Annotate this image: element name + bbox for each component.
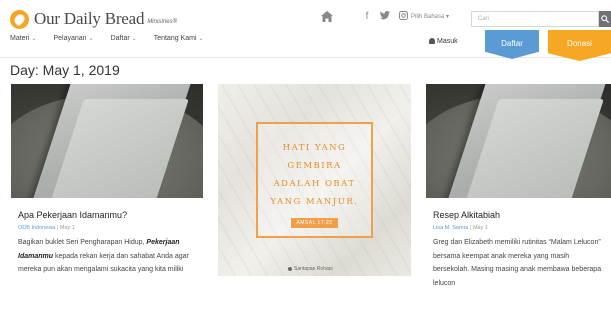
verse-text: HATI YANG GEMBIRA ADALAH OBAT YANG MANJU… xyxy=(270,143,359,207)
language-select[interactable]: Pilih Bahasa ▾ xyxy=(411,13,449,20)
nav-label: Pelayanan xyxy=(53,35,87,42)
article-meta: ODB Indonesia | May 1 xyxy=(18,225,196,231)
verse-frame: HATI YANG GEMBIRA ADALAH OBAT YANG MANJU… xyxy=(256,122,373,238)
twitter-icon[interactable] xyxy=(380,11,390,23)
credit-text: Santapan Rohani xyxy=(294,266,333,272)
search-input[interactable]: Cari xyxy=(471,11,599,27)
credit-logo-icon xyxy=(288,267,292,271)
article-excerpt: Bagikan buklet Seri Pengharapan Hidup, P… xyxy=(18,236,196,277)
register-button[interactable]: Daftar xyxy=(485,30,539,59)
card-body: Apa Pekerjaan Idamanmu? ODB Indonesia | … xyxy=(11,198,203,277)
donate-button[interactable]: Donasi xyxy=(548,30,611,61)
nav-item-daftar[interactable]: Daftar ⌄ xyxy=(111,35,137,42)
article-author[interactable]: ODB Indonesia xyxy=(18,225,55,231)
login-link[interactable]: Masuk xyxy=(429,38,458,45)
logo-subtitle: Ministries® xyxy=(147,19,178,25)
site-header: Our Daily Bread Ministries® Materi ⌄ Pela… xyxy=(0,0,611,61)
card-body: Resep Alkitabiah Lisa M. Samra | May 1 G… xyxy=(426,198,611,290)
image-credit: Santapan Rohani xyxy=(288,266,333,272)
article-image[interactable] xyxy=(426,84,611,198)
article-excerpt: Greg dan Elizabeth memiliki rutinitas “M… xyxy=(433,239,602,287)
verse-image[interactable]: HATI YANG GEMBIRA ADALAH OBAT YANG MANJU… xyxy=(218,84,411,276)
main-nav: Materi ⌄ Pelayanan ⌄ Daftar ⌄ Tentang Kami ⌄ xyxy=(10,35,221,42)
chevron-down-icon: ⌄ xyxy=(198,36,204,42)
facebook-icon[interactable]: f xyxy=(362,11,372,23)
chevron-down-icon: ⌄ xyxy=(31,36,37,42)
logo-flame-icon xyxy=(10,9,29,29)
social-links: f xyxy=(362,11,408,23)
chevron-down-icon: ⌄ xyxy=(88,36,94,42)
article-title[interactable]: Apa Pekerjaan Idamanmu? xyxy=(18,210,196,220)
instagram-icon[interactable] xyxy=(398,11,408,23)
search-icon xyxy=(601,15,609,23)
site-logo[interactable]: Our Daily Bread Ministries® xyxy=(10,9,177,29)
article-title[interactable]: Resep Alkitabiah xyxy=(433,210,604,220)
article-meta: Lisa M. Samra | May 1 xyxy=(433,225,604,231)
login-label: Masuk xyxy=(437,38,458,45)
excerpt-text: Bagikan buklet Seri Pengharapan Hidup, xyxy=(18,239,147,246)
article-date: May 1 xyxy=(59,225,75,231)
logo-text: Our Daily Bread xyxy=(34,9,145,28)
nav-label: Tentang Kami xyxy=(153,35,197,42)
article-image[interactable] xyxy=(11,84,203,198)
chevron-down-icon: ⌄ xyxy=(131,36,137,42)
article-card[interactable]: Resep Alkitabiah Lisa M. Samra | May 1 G… xyxy=(426,84,611,290)
nav-label: Materi xyxy=(10,35,30,42)
verse-card[interactable]: HATI YANG GEMBIRA ADALAH OBAT YANG MANJU… xyxy=(218,84,411,276)
verse-reference: AMSAL 17:22 xyxy=(291,218,338,228)
home-icon[interactable] xyxy=(321,11,333,22)
search-button[interactable] xyxy=(599,11,611,27)
nav-item-pelayanan[interactable]: Pelayanan ⌄ xyxy=(53,35,93,42)
nav-label: Daftar xyxy=(110,35,130,42)
article-date: May 1 xyxy=(472,225,488,231)
article-author[interactable]: Lisa M. Samra xyxy=(433,225,468,231)
nav-item-tentang-kami[interactable]: Tentang Kami ⌄ xyxy=(154,35,204,42)
nav-item-materi[interactable]: Materi ⌄ xyxy=(10,35,36,42)
page-title: Day: May 1, 2019 xyxy=(10,62,120,78)
user-icon xyxy=(429,38,435,44)
article-card[interactable]: Apa Pekerjaan Idamanmu? ODB Indonesia | … xyxy=(11,84,203,277)
